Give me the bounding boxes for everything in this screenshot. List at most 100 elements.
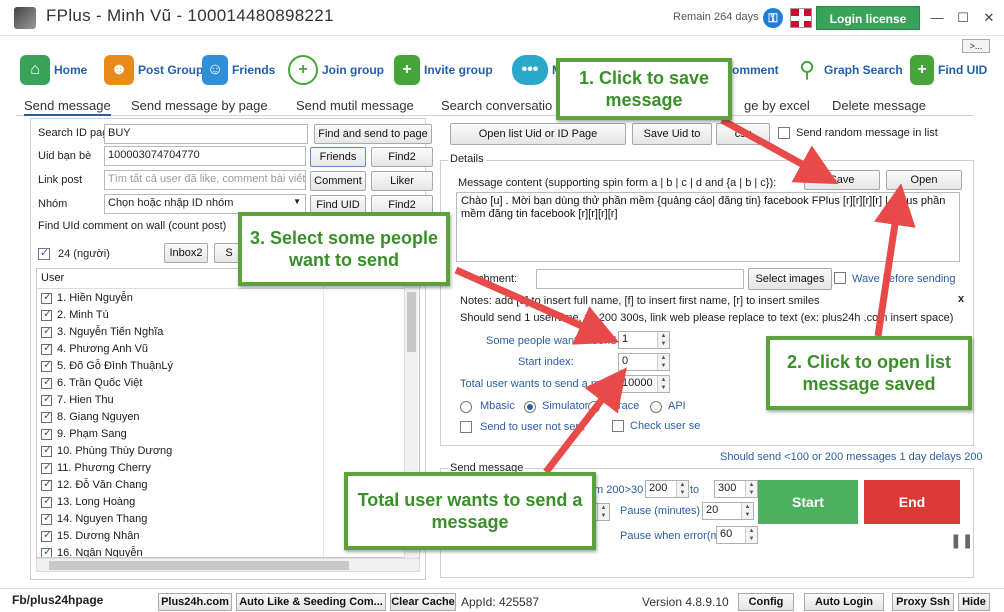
tab-send-message[interactable]: Send message xyxy=(24,98,111,116)
message-textarea[interactable]: Chào [u] . Mời bạn dùng thử phần mềm {qu… xyxy=(456,192,960,262)
hide-button[interactable]: Hide xyxy=(958,593,990,611)
wave-checkbox[interactable] xyxy=(834,272,846,284)
tab-search-conversation[interactable]: Search conversatio xyxy=(441,98,552,113)
nav-invite-group[interactable]: + Invite group xyxy=(394,52,493,88)
user-row[interactable]: 5. Đõ Gỗ Đình ThuậnLý xyxy=(37,358,419,376)
user-row[interactable]: 9. Phạm Sang xyxy=(37,426,419,444)
user-checkbox[interactable] xyxy=(41,443,52,457)
config-button[interactable]: Config xyxy=(738,593,794,611)
user-checkbox[interactable] xyxy=(41,409,52,423)
user-checkbox[interactable] xyxy=(41,375,52,389)
user-checkbox[interactable] xyxy=(41,460,52,474)
nav-post-group[interactable]: ☻ Post Group xyxy=(104,52,203,88)
user-row[interactable]: 2. Minh Tú xyxy=(37,307,419,325)
find2-button[interactable]: Find2 xyxy=(371,147,433,167)
comment-button[interactable]: Comment xyxy=(310,171,366,191)
group-select[interactable]: Chọn hoặc nhập ID nhóm ▼ xyxy=(104,194,306,214)
user-checkbox[interactable] xyxy=(41,477,52,491)
open-list-button[interactable]: Open list Uid or ID Page xyxy=(450,123,626,145)
check-user-checkbox[interactable] xyxy=(612,420,624,432)
login-license-button[interactable]: Login license xyxy=(816,6,920,30)
pause-error-stepper[interactable]: 60 ▲ ▼ xyxy=(716,526,758,544)
pause-minutes-stepper[interactable]: 20 ▲ ▼ xyxy=(702,502,754,520)
group-icon: ☻ xyxy=(104,55,134,85)
close-icon[interactable]: ✕ xyxy=(976,8,1002,28)
api-radio[interactable] xyxy=(650,401,662,413)
open-button[interactable]: Open xyxy=(886,170,962,190)
user-row[interactable]: 4. Phương Anh Vũ xyxy=(37,341,419,359)
proxy-ssh-button[interactable]: Proxy Ssh xyxy=(892,593,954,611)
user-row[interactable]: 6. Trần Quốc Việt xyxy=(37,375,419,393)
delay-label: m 200>30 xyxy=(594,484,644,496)
user-checkbox[interactable] xyxy=(41,511,52,525)
race-radio[interactable] xyxy=(588,401,600,413)
start-index-stepper[interactable]: 0 ▲ ▼ xyxy=(618,353,670,371)
tab-send-message-by-page[interactable]: Send message by page xyxy=(131,98,268,113)
nav-find-uid[interactable]: + Find UID xyxy=(910,52,987,88)
nav-friends[interactable]: ☺ Friends xyxy=(202,52,275,88)
user-row[interactable]: 3. Nguyễn Tiến Nghĩa xyxy=(37,324,419,342)
start-button[interactable]: Start xyxy=(758,480,858,524)
friends-button[interactable]: Friends xyxy=(310,147,366,167)
find-send-page-button[interactable]: Find and send to page xyxy=(314,124,432,144)
save-uid-button[interactable]: Save Uid to xyxy=(632,123,712,145)
select-all-checkbox[interactable] xyxy=(38,246,50,260)
user-row[interactable]: 10. Phùng Thùy Dương xyxy=(37,443,419,461)
user-checkbox[interactable] xyxy=(41,528,52,542)
select-images-button[interactable]: Select images xyxy=(748,268,832,290)
small-stepper[interactable]: ▲ ▼ xyxy=(594,503,610,521)
delay-from-stepper[interactable]: 200 ▲ ▼ xyxy=(645,480,689,498)
random-message-checkbox[interactable] xyxy=(778,127,790,139)
user-checkbox[interactable] xyxy=(41,307,52,321)
simulator-radio[interactable] xyxy=(524,401,536,413)
maximize-icon[interactable]: ☐ xyxy=(950,8,976,28)
user-row[interactable]: 1. Hiền Nguyễn xyxy=(37,290,419,308)
total-user-stepper[interactable]: 10000 ▲ ▼ xyxy=(618,375,670,393)
plus24h-button[interactable]: Plus24h.com xyxy=(158,593,232,611)
send-not-sent-checkbox[interactable] xyxy=(460,421,472,433)
nav-graph-search[interactable]: ⚲ Graph Search xyxy=(794,52,903,88)
attachment-input[interactable] xyxy=(536,269,744,289)
user-row[interactable]: 8. Giang Nguyen xyxy=(37,409,419,427)
end-button[interactable]: End xyxy=(864,480,960,524)
user-checkbox[interactable] xyxy=(41,426,52,440)
user-checkbox[interactable] xyxy=(41,341,52,355)
pause-icon[interactable]: ❚❚ xyxy=(950,532,973,549)
nav-home[interactable]: ⌂ Home xyxy=(20,52,87,88)
nav-message[interactable]: ••• M xyxy=(512,52,562,88)
user-row[interactable]: 7. Hien Thu xyxy=(37,392,419,410)
nav-join-group[interactable]: + Join group xyxy=(288,52,384,88)
delay-to-stepper[interactable]: 300 ▲ ▼ xyxy=(714,480,758,498)
user-checkbox[interactable] xyxy=(41,324,52,338)
some-people-stepper[interactable]: 1 ▲ ▼ xyxy=(618,331,670,349)
uk-flag-icon[interactable] xyxy=(790,8,812,28)
close-notes-icon[interactable]: x xyxy=(958,293,964,305)
uid-input[interactable]: 100003074704770 xyxy=(104,146,306,166)
save-button[interactable]: Save xyxy=(804,170,880,190)
more-button[interactable]: >... xyxy=(962,39,990,53)
user-checkbox[interactable] xyxy=(41,392,52,406)
user-checkbox[interactable] xyxy=(41,494,52,508)
auto-like-button[interactable]: Auto Like & Seeding Com... xyxy=(236,593,386,611)
user-checkbox[interactable] xyxy=(41,545,52,557)
auto-login-button[interactable]: Auto Login xyxy=(804,593,884,611)
clear-cache-button[interactable]: Clear Cache xyxy=(390,593,456,611)
csv-button[interactable]: csv xyxy=(716,123,770,145)
group-label: Nhóm xyxy=(38,198,68,210)
tab-delete-message[interactable]: Delete message xyxy=(832,98,926,113)
liker-button[interactable]: Liker xyxy=(371,171,433,191)
mbasic-radio[interactable] xyxy=(460,401,472,413)
link-post-input[interactable]: Tìm tất cả user đã like, comment bài viế… xyxy=(104,170,306,190)
nav-comment[interactable]: omment xyxy=(732,52,779,88)
user-checkbox[interactable] xyxy=(41,358,52,372)
inbox2-button[interactable]: Inbox2 xyxy=(164,243,208,263)
user-checkbox[interactable] xyxy=(41,290,52,304)
search-id-input[interactable]: BUY xyxy=(104,124,308,144)
tab-send-mutil-message[interactable]: Send mutil message xyxy=(296,98,414,113)
user-list-hscrollbar[interactable] xyxy=(36,558,420,572)
key-icon[interactable]: ⚿ xyxy=(763,8,783,28)
fb-page-link[interactable]: Fb/plus24hpage xyxy=(12,593,103,607)
start-index-label: Start index: xyxy=(518,356,574,368)
tab-send-by-excel[interactable]: ge by excel xyxy=(744,98,810,113)
minimize-icon[interactable]: — xyxy=(924,8,950,28)
